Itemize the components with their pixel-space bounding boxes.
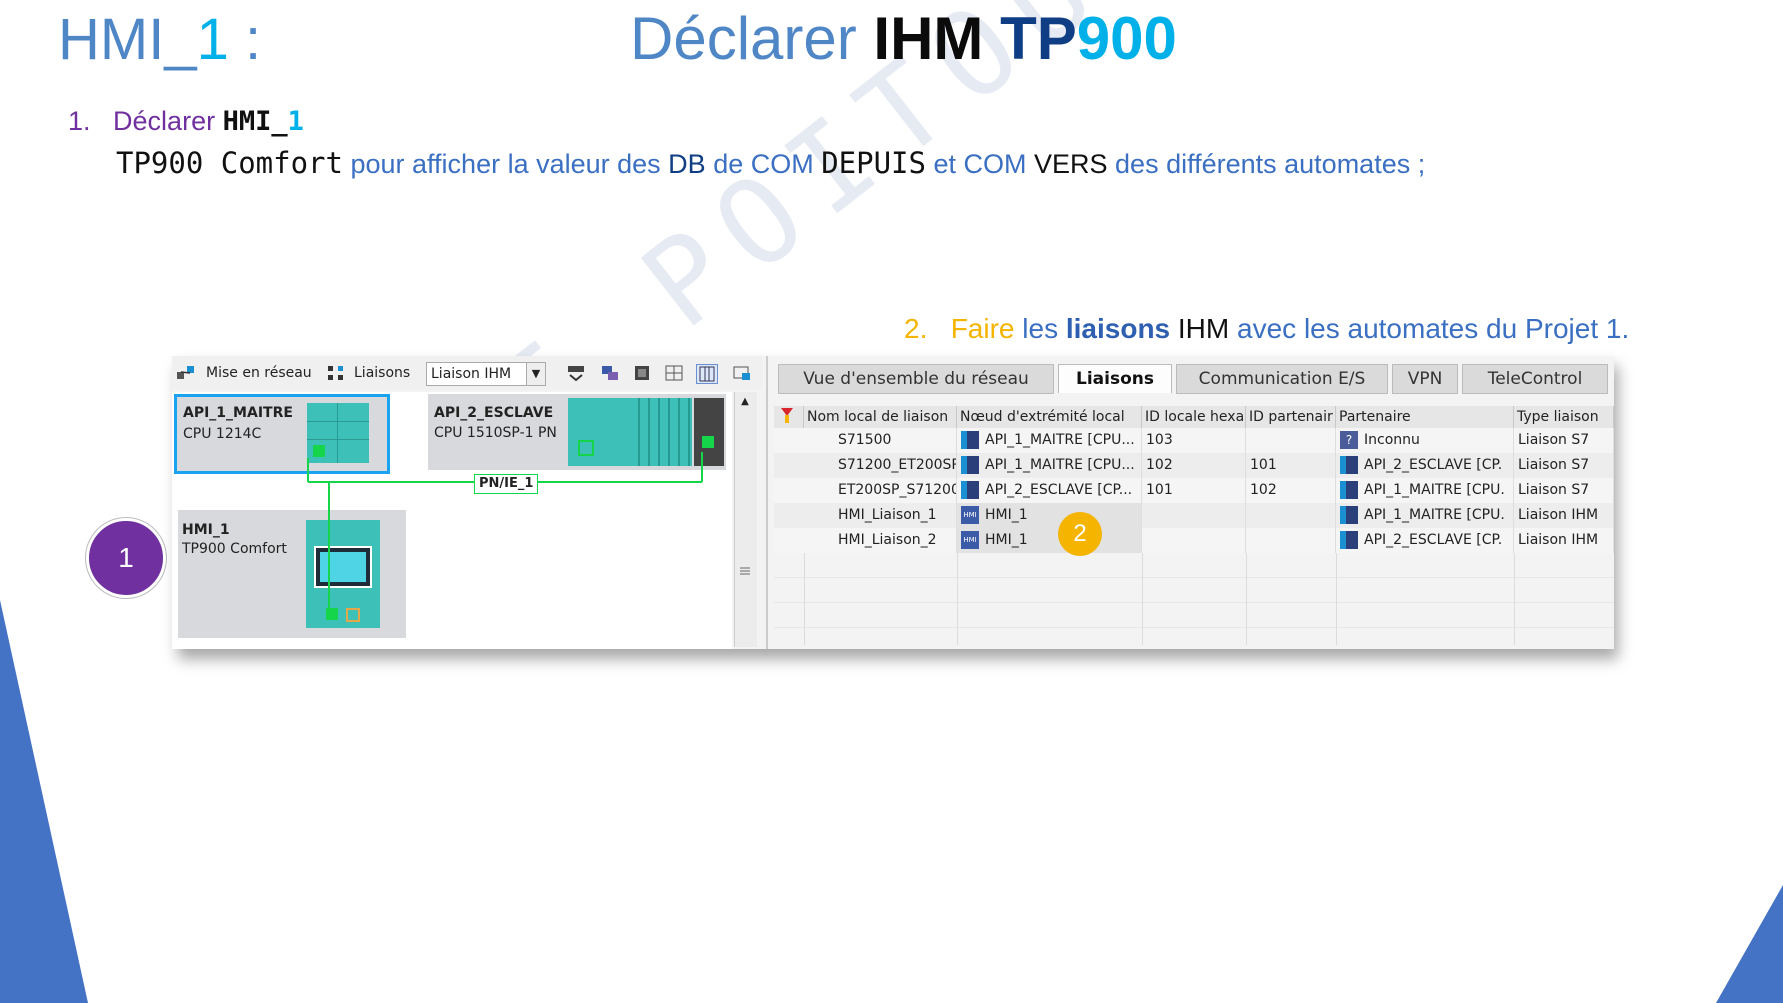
plc-icon [1340, 456, 1358, 474]
empty-table-area [774, 553, 1614, 645]
vertical-scrollbar[interactable]: ▲ [734, 392, 757, 647]
chevron-down-icon[interactable]: ▼ [526, 363, 545, 385]
cell-partner: API_2_ESCLAVE [CP. [1336, 453, 1514, 478]
plc-icon [1340, 506, 1358, 524]
col-header-local-id[interactable]: ID locale hexa [1142, 406, 1246, 428]
cell-partner: API_2_ESCLAVE [CP. [1336, 528, 1514, 553]
subnet-label[interactable]: PN/IE_1 [474, 474, 539, 494]
connections-panel: Vue d'ensemble du réseau Liaisons Commun… [766, 356, 1614, 649]
table-row[interactable]: HMI_Liaison_2 HMI HMI_1 API_2_ESCLAVE [CP… [774, 528, 1614, 554]
properties-icon[interactable] [732, 364, 752, 382]
device-icon[interactable] [600, 364, 620, 382]
cell-type: Liaison S7 [1514, 453, 1614, 478]
table-view-icon[interactable] [696, 364, 718, 384]
tab-io-communication[interactable]: Communication E/S [1176, 364, 1388, 394]
cell-local-node: API_2_ESCLAVE [CP... [957, 478, 1142, 503]
step-badge-2: 2 [1058, 512, 1102, 556]
liaisons-button[interactable]: Liaisons [350, 362, 414, 384]
cell-partner: ? Inconnu [1336, 428, 1514, 453]
col-header-local-node[interactable]: Nœud d'extrémité local [957, 406, 1142, 428]
tab-telecontrol[interactable]: TeleControl [1462, 364, 1608, 394]
mise-en-reseau-button[interactable]: Mise en réseau [202, 362, 316, 384]
chevron-up-icon[interactable]: ▲ [737, 394, 753, 410]
network-toolbar: Mise en réseau Liaisons Liaison IHM ▼ [172, 356, 762, 390]
cell-partner-id [1246, 528, 1336, 553]
col-header-partner[interactable]: Partenaire [1336, 406, 1514, 428]
table-header: Nom local de liaison Nœud d'extrémité lo… [774, 406, 1614, 428]
network-icon[interactable] [176, 364, 196, 382]
tab-vpn[interactable]: VPN [1392, 364, 1458, 394]
name-icon[interactable] [566, 364, 586, 382]
unknown-device-icon: ? [1340, 431, 1358, 449]
cell-local-node: HMI HMI_1 [957, 528, 1142, 553]
cell-local-id[interactable] [1142, 503, 1246, 528]
connection-type-select[interactable]: Liaison IHM ▼ [426, 362, 546, 386]
hmi-icon: HMI [961, 506, 979, 524]
col-header-name[interactable]: Nom local de liaison [804, 406, 957, 428]
page-title: Déclarer IHM TP900 [630, 5, 1177, 72]
grid-icon[interactable] [664, 364, 684, 382]
page-title-left: HMI_1 : [58, 7, 262, 72]
step-1-heading: 1. Déclarer HMI_1 [68, 106, 304, 137]
cell-name: HMI_Liaison_1 [804, 503, 957, 528]
cell-local-node: API_1_MAITRE [CPU... [957, 453, 1142, 478]
col-header-partner-id[interactable]: ID partenair [1246, 406, 1336, 428]
step-badge-1: 1 [86, 518, 166, 598]
cell-local-id[interactable]: 101 [1142, 478, 1246, 503]
table-row[interactable]: S71500 API_1_MAITRE [CPU... 103 ? Inconnu… [774, 428, 1614, 454]
cell-type: Liaison IHM [1514, 528, 1614, 553]
plc-icon [961, 481, 979, 499]
table-row[interactable]: ET200SP_S71200 API_2_ESCLAVE [CP... 101 … [774, 478, 1614, 504]
cell-partner: API_1_MAITRE [CPU. [1336, 478, 1514, 503]
step-1-description: TP900 Comfort pour afficher la valeur de… [116, 146, 1426, 180]
connection-type-value: Liaison IHM [431, 366, 512, 382]
cell-type: Liaison IHM [1514, 503, 1614, 528]
filter-icon[interactable] [774, 406, 804, 428]
cell-type: Liaison S7 [1514, 428, 1614, 453]
network-view-canvas[interactable]: API_1_MAITRE CPU 1214C API_2_ESCLAVE CPU… [172, 392, 732, 649]
cell-partner-id [1246, 503, 1336, 528]
cell-partner-id: 101 [1246, 453, 1336, 478]
step-2-heading: 2. Faire les liaisons IHM avec les autom… [904, 313, 1630, 344]
table-row[interactable]: S71200_ET200SP API_1_MAITRE [CPU... 102 … [774, 453, 1614, 479]
cell-local-id[interactable] [1142, 528, 1246, 553]
cell-name: HMI_Liaison_2 [804, 528, 957, 553]
cell-local-node: API_1_MAITRE [CPU... [957, 428, 1142, 453]
cell-name: S71200_ET200SP [804, 453, 957, 478]
cell-partner-id [1246, 428, 1336, 453]
cell-local-id[interactable]: 102 [1142, 453, 1246, 478]
cell-name: ET200SP_S71200 [804, 478, 957, 503]
cell-local-id[interactable]: 103 [1142, 428, 1246, 453]
scroll-grip-icon[interactable] [740, 562, 750, 575]
cell-partner-id: 102 [1246, 478, 1336, 503]
hmi-icon: HMI [961, 531, 979, 549]
cell-local-node: HMI HMI_1 [957, 503, 1142, 528]
tia-portal-screenshot: Mise en réseau Liaisons Liaison IHM ▼ AP… [172, 356, 1614, 649]
module-icon[interactable] [632, 364, 652, 382]
plc-icon [961, 456, 979, 474]
plc-icon [1340, 481, 1358, 499]
tab-network-overview[interactable]: Vue d'ensemble du réseau [778, 364, 1054, 394]
cell-name: S71500 [804, 428, 957, 453]
plc-icon [961, 431, 979, 449]
table-row[interactable]: HMI_Liaison_1 HMI HMI_1 API_1_MAITRE [CPU… [774, 503, 1614, 529]
tab-connections[interactable]: Liaisons [1058, 364, 1172, 393]
plc-icon [1340, 531, 1358, 549]
connections-icon[interactable] [326, 364, 346, 382]
profinet-lines [307, 452, 703, 610]
col-header-type[interactable]: Type liaison [1514, 406, 1614, 428]
cell-partner: API_1_MAITRE [CPU. [1336, 503, 1514, 528]
cell-type: Liaison S7 [1514, 478, 1614, 503]
